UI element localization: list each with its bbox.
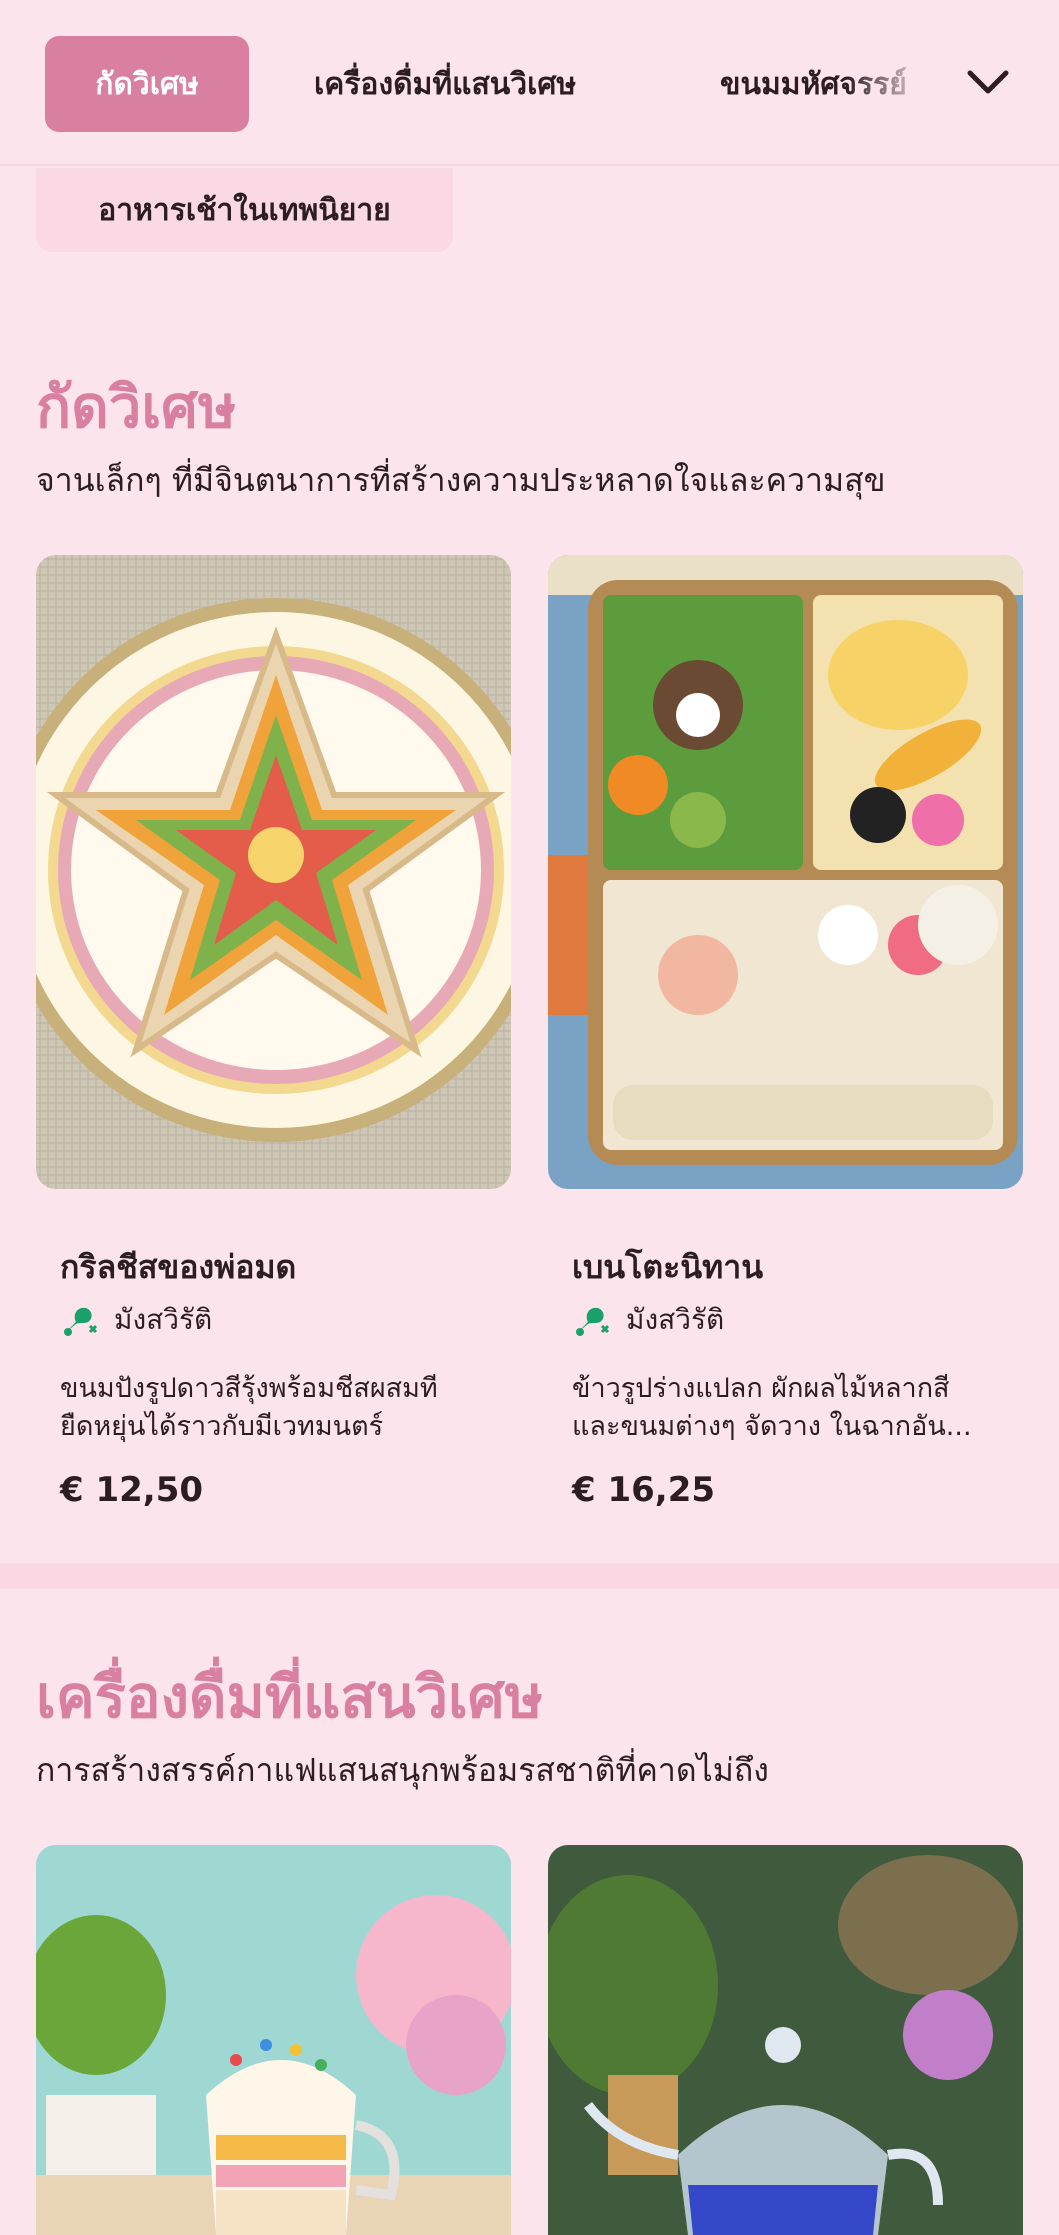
category-nav: กัดวิเศษ เครื่องดื่มที่แสนวิเศษ ขนมมหัศจ… bbox=[0, 0, 1059, 166]
product-price: € 16,25 bbox=[572, 1470, 716, 1510]
tab-wonder-desserts[interactable]: ขนมมหัศจรรย์ bbox=[720, 36, 930, 132]
product-description: ข้าวรูปร่างแปลก ผักผลไม้หลากสี และขนมต่า… bbox=[572, 1373, 972, 1442]
section-title: เครื่องดื่มที่แสนวิเศษ bbox=[36, 1663, 543, 1731]
chevron-down-icon[interactable] bbox=[960, 55, 1016, 111]
product-name[interactable]: เบนโตะนิทาน bbox=[572, 1242, 763, 1293]
no-meat-icon bbox=[576, 1307, 610, 1336]
dietary-tag-label: มังสวิรัติ bbox=[626, 1303, 725, 1336]
product-name[interactable]: กริลชีสของพ่อมด bbox=[60, 1242, 296, 1293]
dietary-tag: มังสวิรัติ bbox=[572, 1298, 724, 1342]
tab-magic-bites[interactable]: กัดวิเศษ bbox=[45, 36, 249, 132]
section-divider bbox=[0, 1563, 1059, 1589]
section-subtitle: จานเล็กๆ ที่มีจินตนาการที่สร้างความประหล… bbox=[36, 461, 886, 499]
product-image-layered-drink[interactable] bbox=[36, 1845, 511, 2235]
product-image-star-sandwich[interactable] bbox=[36, 555, 511, 1189]
no-meat-icon bbox=[64, 1307, 98, 1336]
section-subtitle: การสร้างสรรค์กาแฟแสนสนุกพร้อมรสชาติที่คา… bbox=[36, 1751, 769, 1789]
tab-magic-drinks[interactable]: เครื่องดื่มที่แสนวิเศษ bbox=[314, 36, 576, 132]
section-title: กัดวิเศษ bbox=[36, 373, 237, 441]
product-image-blue-tea[interactable] bbox=[548, 1845, 1023, 2235]
product-description: ขนมปังรูปดาวสีรุ้งพร้อมชีสผสมที ยืดหยุ่น… bbox=[60, 1373, 438, 1442]
product-price: € 12,50 bbox=[60, 1470, 204, 1510]
product-image-bento[interactable] bbox=[548, 555, 1023, 1189]
dietary-tag-label: มังสวิรัติ bbox=[114, 1303, 213, 1336]
tab-fairytale-breakfast[interactable]: อาหารเช้าในเทพนิยาย bbox=[36, 168, 453, 252]
dietary-tag: มังสวิรัติ bbox=[60, 1298, 212, 1342]
